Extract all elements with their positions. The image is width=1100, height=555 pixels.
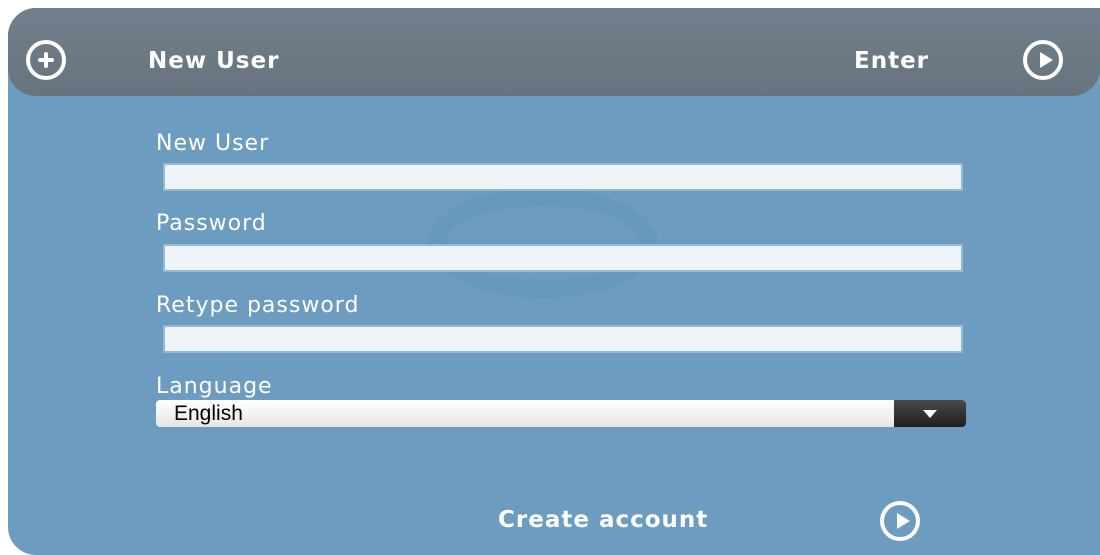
retype-password-input[interactable] [163, 325, 963, 353]
password-label: Password [156, 211, 267, 236]
language-selected-value: English [174, 402, 243, 425]
username-input[interactable] [163, 163, 963, 191]
username-label: New User [156, 131, 270, 156]
language-label: Language [156, 374, 273, 399]
create-account-button[interactable]: Create account [498, 506, 708, 534]
password-input[interactable] [163, 244, 963, 272]
new-user-tab[interactable]: New User [148, 47, 279, 75]
retype-password-label: Retype password [156, 293, 360, 318]
plus-circle-icon[interactable] [26, 40, 66, 80]
new-user-panel: New User Enter New User Password Retype … [8, 8, 1100, 555]
language-select[interactable]: English [156, 400, 966, 427]
chevron-down-icon [923, 410, 937, 418]
enter-play-icon[interactable] [1023, 40, 1063, 80]
header-bar: New User Enter [8, 8, 1100, 96]
logo-watermark-icon [428, 188, 658, 298]
language-dropdown-button[interactable] [894, 400, 966, 427]
create-account-play-icon[interactable] [880, 501, 920, 541]
enter-button[interactable]: Enter [854, 47, 929, 75]
